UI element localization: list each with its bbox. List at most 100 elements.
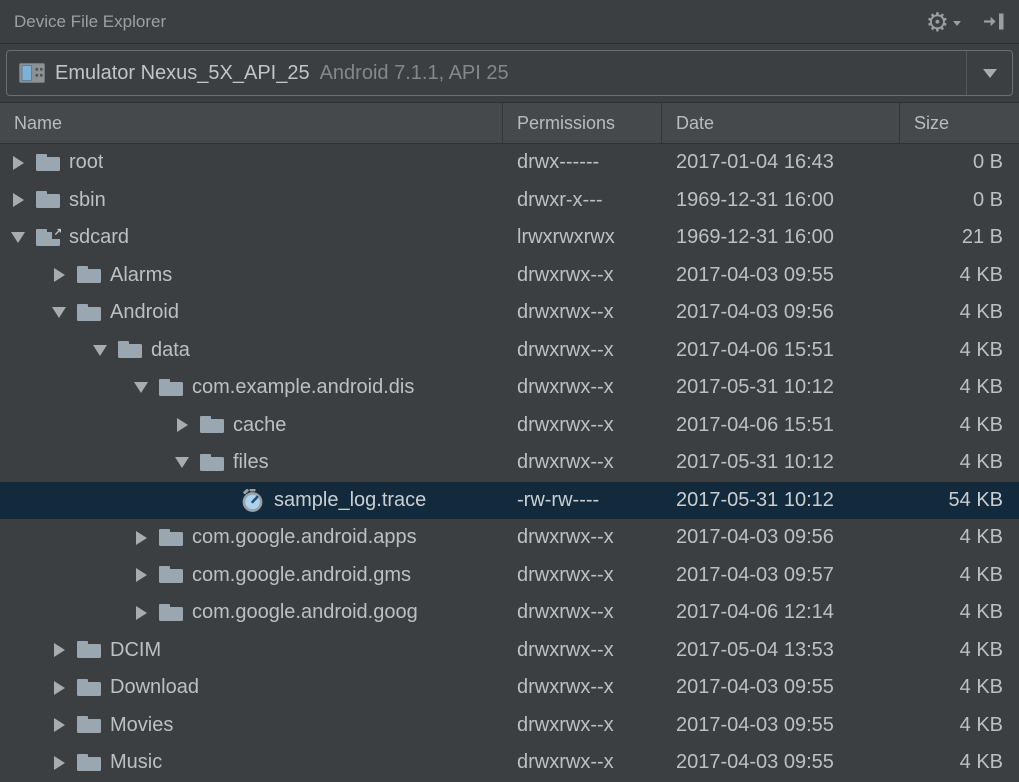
name-cell: com.google.android.apps: [0, 526, 503, 549]
folder-icon: [77, 677, 102, 699]
date-cell: 2017-05-31 10:12: [662, 451, 900, 474]
column-header-permissions[interactable]: Permissions: [503, 103, 662, 143]
expand-arrow-icon[interactable]: [51, 643, 67, 657]
name-cell: cache: [0, 414, 503, 437]
table-row[interactable]: Downloaddrwxrwx--x2017-04-03 09:554 KB: [0, 669, 1019, 707]
permissions-cell: drwxrwx--x: [503, 714, 662, 737]
expand-arrow-icon[interactable]: [10, 156, 26, 170]
folder-icon: [200, 452, 225, 474]
column-header-size[interactable]: Size: [900, 103, 1019, 143]
emulator-device-icon: [19, 63, 45, 83]
permissions-cell: drwx------: [503, 151, 662, 174]
expand-arrow-icon[interactable]: [51, 718, 67, 732]
device-selector-dropdown-button[interactable]: [966, 51, 1012, 95]
size-cell: 0 B: [900, 151, 1019, 174]
table-header: Name Permissions Date Size: [0, 102, 1019, 144]
table-row[interactable]: cachedrwxrwx--x2017-04-06 15:514 KB: [0, 407, 1019, 445]
expand-arrow-icon[interactable]: [133, 531, 149, 545]
column-header-name[interactable]: Name: [0, 103, 503, 143]
size-cell: 4 KB: [900, 301, 1019, 324]
permissions-cell: drwxrwx--x: [503, 414, 662, 437]
table-row[interactable]: Moviesdrwxrwx--x2017-04-03 09:554 KB: [0, 707, 1019, 745]
panel-title-bar: Device File Explorer ⚙: [0, 0, 1019, 44]
folder-icon: [36, 152, 61, 174]
date-cell: 2017-05-31 10:12: [662, 489, 900, 512]
table-row[interactable]: Musicdrwxrwx--x2017-04-03 09:554 KB: [0, 744, 1019, 782]
folder-icon: [36, 189, 61, 211]
date-cell: 2017-05-04 13:53: [662, 639, 900, 662]
size-cell: 4 KB: [900, 564, 1019, 587]
file-name-label: Alarms: [110, 264, 172, 287]
permissions-cell: drwxrwx--x: [503, 639, 662, 662]
table-row[interactable]: com.google.android.googdrwxrwx--x2017-04…: [0, 594, 1019, 632]
folder-icon: [77, 752, 102, 774]
column-header-label: Date: [676, 113, 714, 134]
collapse-arrow-icon[interactable]: [133, 382, 149, 393]
size-cell: 4 KB: [900, 264, 1019, 287]
date-cell: 1969-12-31 16:00: [662, 189, 900, 212]
file-name-label: Music: [110, 751, 162, 774]
size-cell: 4 KB: [900, 414, 1019, 437]
file-tree: rootdrwx------2017-01-04 16:430 Bsbindrw…: [0, 144, 1019, 782]
file-name-label: sdcard: [69, 226, 129, 249]
name-cell: com.example.android.dis: [0, 376, 503, 399]
collapse-arrow-icon[interactable]: [10, 232, 26, 243]
size-cell: 4 KB: [900, 639, 1019, 662]
folder-icon: [77, 264, 102, 286]
permissions-cell: drwxrwx--x: [503, 376, 662, 399]
collapse-arrow-icon[interactable]: [174, 457, 190, 468]
folder-icon: [159, 377, 184, 399]
table-row[interactable]: rootdrwx------2017-01-04 16:430 B: [0, 144, 1019, 182]
collapse-arrow-icon[interactable]: [92, 345, 108, 356]
date-cell: 2017-04-03 09:55: [662, 751, 900, 774]
permissions-cell: drwxrwx--x: [503, 451, 662, 474]
file-name-label: Download: [110, 676, 199, 699]
settings-gear-button[interactable]: ⚙: [926, 9, 961, 35]
table-row[interactable]: sbindrwxr-x---1969-12-31 16:000 B: [0, 182, 1019, 220]
folder-icon: [77, 639, 102, 661]
name-cell: root: [0, 151, 503, 174]
file-name-label: com.google.android.apps: [192, 526, 417, 549]
collapse-arrow-icon[interactable]: [51, 307, 67, 318]
name-cell: Download: [0, 676, 503, 699]
chevron-down-icon: [983, 69, 997, 78]
file-name-label: sample_log.trace: [274, 489, 426, 512]
table-row[interactable]: sample_log.trace-rw-rw----2017-05-31 10:…: [0, 482, 1019, 520]
table-row[interactable]: Androiddrwxrwx--x2017-04-03 09:564 KB: [0, 294, 1019, 332]
expand-arrow-icon[interactable]: [51, 268, 67, 282]
folder-icon: [77, 302, 102, 324]
column-header-label: Name: [14, 113, 62, 134]
size-cell: 21 B: [900, 226, 1019, 249]
expand-arrow-icon[interactable]: [174, 418, 190, 432]
name-cell: sample_log.trace: [0, 489, 503, 512]
expand-arrow-icon[interactable]: [133, 568, 149, 582]
file-name-label: com.google.android.goog: [192, 601, 418, 624]
titlebar-actions: ⚙: [926, 9, 1005, 35]
expand-arrow-icon[interactable]: [133, 606, 149, 620]
size-cell: 4 KB: [900, 676, 1019, 699]
table-row[interactable]: DCIMdrwxrwx--x2017-05-04 13:534 KB: [0, 632, 1019, 670]
hide-panel-icon: [983, 12, 1005, 31]
table-row[interactable]: com.google.android.gmsdrwxrwx--x2017-04-…: [0, 557, 1019, 595]
table-row[interactable]: datadrwxrwx--x2017-04-06 15:514 KB: [0, 332, 1019, 370]
folder-icon: [118, 339, 143, 361]
column-header-date[interactable]: Date: [662, 103, 900, 143]
name-cell: sbin: [0, 189, 503, 212]
hide-panel-button[interactable]: [983, 12, 1005, 31]
folder-icon: [159, 564, 184, 586]
table-row[interactable]: com.google.android.appsdrwxrwx--x2017-04…: [0, 519, 1019, 557]
device-selector[interactable]: Emulator Nexus_5X_API_25 Android 7.1.1, …: [6, 50, 1013, 96]
name-cell: ↗sdcard: [0, 226, 503, 249]
permissions-cell: lrwxrwxrwx: [503, 226, 662, 249]
expand-arrow-icon[interactable]: [51, 756, 67, 770]
table-row[interactable]: Alarmsdrwxrwx--x2017-04-03 09:554 KB: [0, 257, 1019, 295]
size-cell: 4 KB: [900, 601, 1019, 624]
name-cell: DCIM: [0, 639, 503, 662]
table-row[interactable]: com.example.android.disdrwxrwx--x2017-05…: [0, 369, 1019, 407]
permissions-cell: drwxrwx--x: [503, 339, 662, 362]
size-cell: 4 KB: [900, 376, 1019, 399]
expand-arrow-icon[interactable]: [10, 193, 26, 207]
table-row[interactable]: filesdrwxrwx--x2017-05-31 10:124 KB: [0, 444, 1019, 482]
expand-arrow-icon[interactable]: [51, 681, 67, 695]
table-row[interactable]: ↗sdcardlrwxrwxrwx1969-12-31 16:0021 B: [0, 219, 1019, 257]
